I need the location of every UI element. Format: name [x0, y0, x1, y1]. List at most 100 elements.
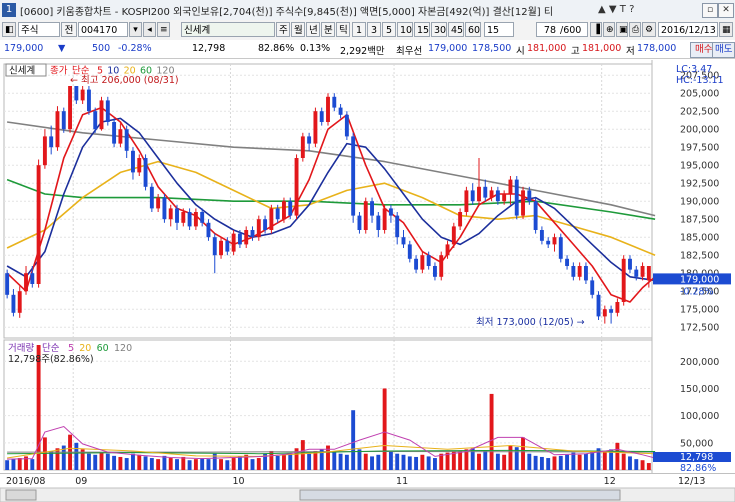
candle-body	[86, 89, 91, 112]
candle-body	[602, 309, 607, 317]
help-icon[interactable]: ?	[629, 4, 634, 15]
candle-body	[168, 208, 173, 220]
candle-body	[263, 219, 268, 230]
volume-bar	[143, 456, 148, 470]
restore-button[interactable]: ▫	[702, 3, 718, 18]
volume-bar	[307, 453, 312, 470]
volume-bar	[602, 450, 607, 470]
close-button[interactable]: ✕	[718, 3, 734, 18]
candle-body	[470, 190, 475, 202]
volume-bar	[621, 453, 626, 470]
volume-bar	[5, 460, 10, 470]
window-menu-icon[interactable]: ◧	[2, 22, 16, 37]
lc-label: LC:3.47	[676, 64, 712, 75]
down-arrow-icon: ▼	[58, 43, 66, 54]
x-axis-label: 11	[396, 476, 408, 487]
pin-icon[interactable]: ⊕	[603, 22, 615, 37]
interval-3[interactable]: 3	[367, 22, 381, 37]
candle-body	[49, 136, 54, 148]
candle-body	[483, 186, 488, 198]
stock-chart[interactable]: 172,500175,000177,500180,000182,500185,0…	[0, 60, 735, 502]
price-tick-label: 190,000	[680, 197, 719, 208]
volume-bar	[112, 455, 117, 470]
volume-bar	[583, 453, 588, 470]
scrollbar-thumb	[5, 489, 37, 501]
price-change-pct: -0.28%	[118, 43, 152, 54]
volume-bar	[527, 453, 532, 470]
volume-bar	[401, 454, 406, 470]
title-toolbar-icons: ▲ ▼ T ?	[598, 4, 634, 15]
interval-15[interactable]: 15	[414, 22, 430, 37]
period-weekly[interactable]: 주	[276, 22, 290, 37]
candle-body	[30, 273, 35, 284]
interval-1[interactable]: 1	[352, 22, 366, 37]
speaker-icon[interactable]: ◂	[143, 22, 156, 37]
print-icon[interactable]: ⎙	[629, 22, 641, 37]
period-yearly[interactable]: 년	[306, 22, 320, 37]
date-input[interactable]: 2016/12/13	[658, 22, 718, 37]
market-select[interactable]: 주식	[18, 22, 60, 37]
candle-body	[571, 266, 576, 277]
volume-bar	[483, 450, 488, 470]
interval-60[interactable]: 60	[465, 22, 481, 37]
volume-bar	[565, 454, 570, 470]
current-price: 179,000	[4, 43, 44, 54]
chart-type-icon[interactable]: ▐	[590, 22, 602, 37]
candle-body	[646, 266, 651, 281]
prev-button[interactable]: 전	[61, 22, 77, 37]
list-icon[interactable]: ≡	[157, 22, 170, 37]
candle-body	[187, 212, 192, 227]
volume-bar	[313, 450, 318, 470]
calendar-icon[interactable]: ▦	[719, 22, 733, 37]
price-tick-label: 202,500	[680, 107, 719, 118]
interval-5[interactable]: 5	[382, 22, 396, 37]
candle-body	[269, 208, 274, 230]
volume-bar	[344, 454, 349, 470]
volume-bar	[156, 459, 161, 470]
volume-bar	[175, 459, 179, 470]
text-tool-icon[interactable]: T	[620, 4, 626, 15]
candle-body	[193, 212, 198, 227]
candle-body	[206, 222, 211, 238]
price-info-bar: 179,000 ▼ 500 -0.28% 12,798 82.86% 0.13%…	[0, 40, 735, 59]
volume-bar	[414, 456, 419, 470]
candle-body	[539, 230, 544, 241]
candle-body	[458, 212, 463, 227]
candle-body	[451, 226, 456, 245]
min-price-annotation: 최저 173,000 (12/05) →	[476, 317, 585, 328]
save-icon[interactable]: ▣	[616, 22, 628, 37]
current-price-pct: -0.28%	[680, 286, 714, 297]
interval-45[interactable]: 45	[448, 22, 464, 37]
volume-bar	[49, 450, 54, 470]
candle-body	[156, 197, 161, 209]
candle-body	[294, 158, 299, 216]
page-count-input[interactable]: 78	[536, 22, 558, 37]
x-axis-label: 12/13	[678, 476, 705, 487]
volume-bar	[388, 450, 393, 470]
period-minute[interactable]: 분	[321, 22, 335, 37]
period-tick[interactable]: 틱	[336, 22, 350, 37]
gear-icon[interactable]: ⚙	[642, 22, 656, 37]
candle-body	[17, 291, 22, 313]
candle-body	[401, 237, 406, 245]
volume-bar	[628, 456, 632, 470]
volume-bar	[495, 453, 500, 470]
candle-body	[181, 212, 186, 223]
period-monthly[interactable]: 월	[291, 22, 305, 37]
candle-body	[565, 258, 570, 266]
volume-bar	[99, 452, 104, 470]
up-arrow-icon[interactable]: ▲	[598, 4, 606, 15]
legend-close-label: 종가	[50, 66, 68, 77]
volume-bar	[250, 459, 255, 470]
search-icon[interactable]: ▾	[129, 22, 142, 37]
candle-body	[439, 255, 444, 277]
interval-10[interactable]: 10	[397, 22, 413, 37]
volume-bar	[539, 456, 544, 470]
down-arrow-icon[interactable]: ▼	[609, 4, 617, 15]
stock-code-input[interactable]: 004170	[78, 22, 128, 37]
candle-body	[231, 233, 236, 252]
interval-30[interactable]: 30	[431, 22, 447, 37]
sell-button[interactable]: 매도	[712, 42, 735, 58]
candle-body	[502, 194, 507, 202]
custom-interval-select[interactable]: 15	[484, 22, 514, 37]
